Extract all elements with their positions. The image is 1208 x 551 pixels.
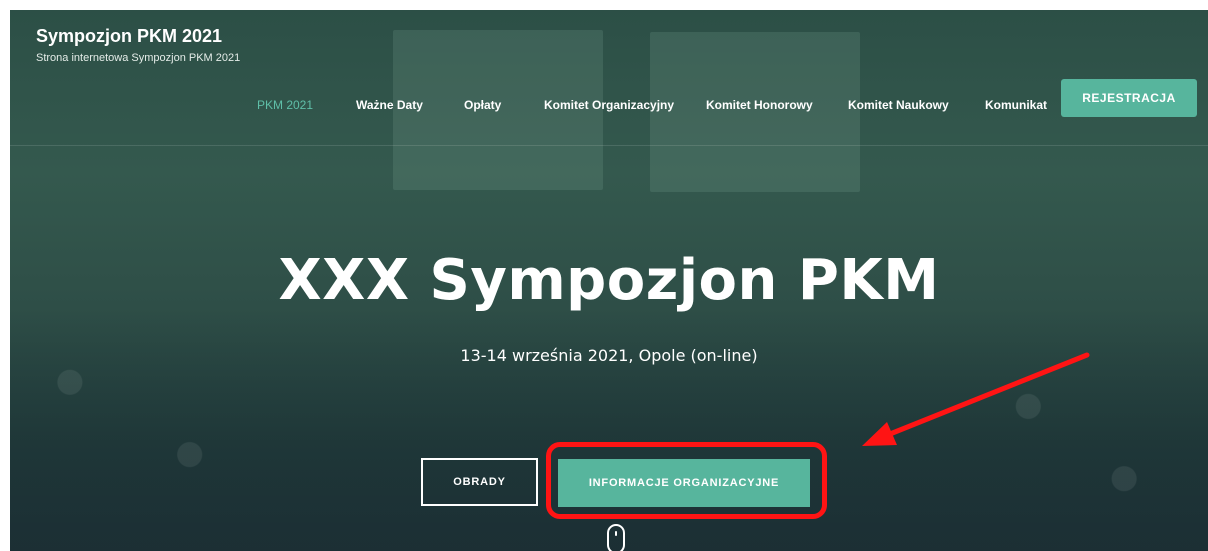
hero-section: Sympozjon PKM 2021 Strona internetowa Sy… — [10, 10, 1208, 551]
header-divider — [10, 145, 1208, 146]
nav-item-komunikat[interactable]: Komunikat — [985, 90, 1047, 120]
hero-subtitle: 13-14 września 2021, Opole (on-line) — [460, 346, 758, 365]
mouse-scroll-icon[interactable] — [607, 524, 625, 551]
hero-title: XXX Sympozjon PKM — [278, 248, 940, 313]
obrady-button[interactable]: OBRADY — [421, 458, 538, 506]
nav-item-komitet-naukowy[interactable]: Komitet Naukowy — [848, 90, 949, 120]
register-button[interactable]: REJESTRACJA — [1061, 79, 1197, 117]
nav-item-pkm-2021[interactable]: PKM 2021 — [257, 90, 313, 120]
informacje-organizacyjne-button[interactable]: INFORMACJE ORGANIZACYJNE — [558, 459, 810, 507]
site-tagline: Strona internetowa Sympozjon PKM 2021 — [36, 52, 241, 64]
site-title[interactable]: Sympozjon PKM 2021 — [36, 26, 222, 47]
nav-item-wazne-daty[interactable]: Ważne Daty — [356, 90, 423, 120]
main-nav: PKM 2021 Ważne Daty Opłaty Komitet Organ… — [10, 90, 1208, 120]
nav-item-komitet-organizacyjny[interactable]: Komitet Organizacyjny — [544, 90, 674, 120]
nav-item-komitet-honorowy[interactable]: Komitet Honorowy — [706, 90, 813, 120]
nav-item-oplaty[interactable]: Opłaty — [464, 90, 501, 120]
